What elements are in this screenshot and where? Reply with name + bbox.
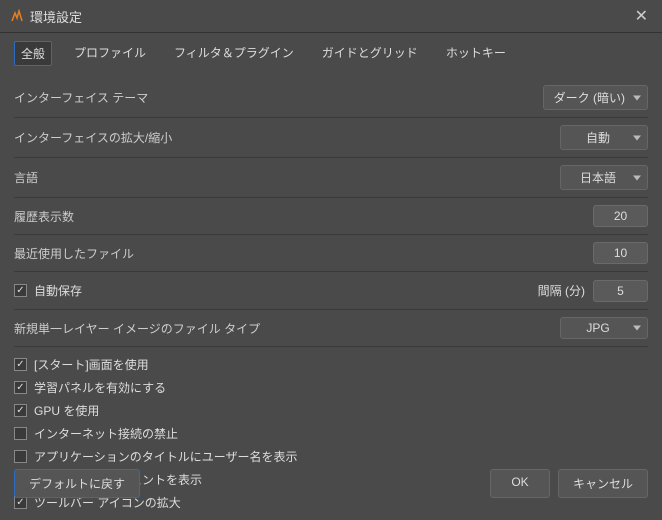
checkbox-no-internet[interactable]: インターネット接続の禁止: [14, 422, 648, 445]
tab-guides[interactable]: ガイドとグリッド: [316, 41, 424, 66]
label-history: 履歴表示数: [14, 208, 74, 225]
tab-profile[interactable]: プロファイル: [68, 41, 152, 66]
dropdown-newfiletype[interactable]: JPG: [560, 317, 648, 339]
check-icon: [14, 358, 27, 371]
label-autosave: 自動保存: [34, 282, 82, 299]
checkbox-start-screen[interactable]: [スタート]画面を使用: [14, 353, 648, 376]
check-icon: [14, 284, 27, 297]
dropdown-language[interactable]: 日本語: [560, 165, 648, 190]
tab-filters[interactable]: フィルタ＆プラグイン: [168, 41, 300, 66]
tab-hotkeys[interactable]: ホットキー: [440, 41, 512, 66]
check-icon: [14, 427, 27, 440]
label-recent: 最近使用したファイル: [14, 245, 134, 262]
row-autosave: 自動保存 間隔 (分) 5: [14, 272, 648, 310]
label-newfiletype: 新規単一レイヤー イメージのファイル タイプ: [14, 320, 260, 337]
check-icon: [14, 404, 27, 417]
row-newfiletype: 新規単一レイヤー イメージのファイル タイプ JPG: [14, 310, 648, 347]
checkbox-label: [スタート]画面を使用: [34, 356, 149, 373]
window-title: 環境設定: [30, 7, 82, 26]
row-language: 言語 日本語: [14, 158, 648, 198]
field-history[interactable]: 20: [593, 205, 648, 227]
checkbox-label: GPU を使用: [34, 402, 99, 419]
checkbox-gpu[interactable]: GPU を使用: [14, 399, 648, 422]
footer: デフォルトに戻す OK キャンセル: [0, 459, 662, 508]
row-history: 履歴表示数 20: [14, 198, 648, 235]
app-icon: [10, 9, 24, 23]
check-icon: [14, 381, 27, 394]
tab-general[interactable]: 全般: [14, 41, 52, 66]
field-recent[interactable]: 10: [593, 242, 648, 264]
label-theme: インターフェイス テーマ: [14, 89, 148, 106]
row-theme: インターフェイス テーマ ダーク (暗い): [14, 78, 648, 118]
titlebar: 環境設定 ✕: [0, 0, 662, 32]
label-interval: 間隔 (分): [538, 282, 585, 299]
tabs: 全般 プロファイル フィルタ＆プラグイン ガイドとグリッド ホットキー: [0, 33, 662, 72]
cancel-button[interactable]: キャンセル: [558, 469, 648, 498]
ok-button[interactable]: OK: [490, 469, 550, 498]
label-scale: インターフェイスの拡大/縮小: [14, 129, 172, 146]
checkbox-autosave[interactable]: 自動保存: [14, 279, 82, 302]
label-language: 言語: [14, 169, 38, 186]
row-scale: インターフェイスの拡大/縮小 自動: [14, 118, 648, 158]
checkbox-learning-panel[interactable]: 学習パネルを有効にする: [14, 376, 648, 399]
close-icon[interactable]: ✕: [631, 6, 652, 26]
field-interval[interactable]: 5: [593, 280, 648, 302]
row-recent: 最近使用したファイル 10: [14, 235, 648, 272]
content: インターフェイス テーマ ダーク (暗い) インターフェイスの拡大/縮小 自動 …: [0, 72, 662, 520]
checkbox-label: 学習パネルを有効にする: [34, 379, 166, 396]
checkbox-label: インターネット接続の禁止: [34, 425, 178, 442]
reset-button[interactable]: デフォルトに戻す: [14, 469, 140, 498]
dropdown-scale[interactable]: 自動: [560, 125, 648, 150]
dropdown-theme[interactable]: ダーク (暗い): [543, 85, 648, 110]
